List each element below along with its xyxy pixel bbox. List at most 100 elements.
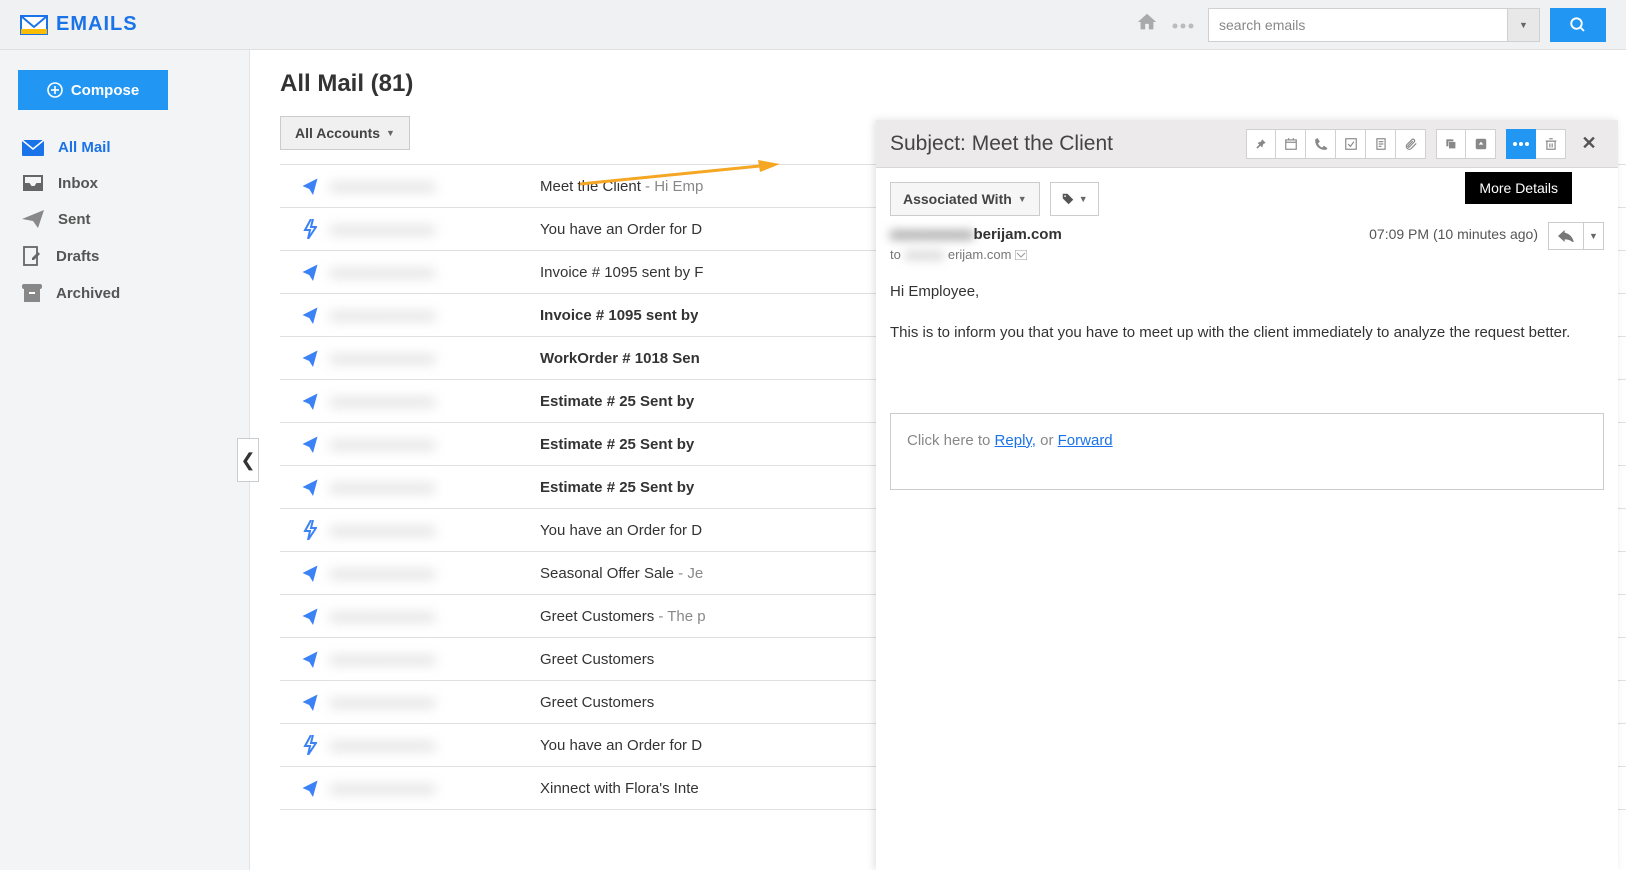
message-timestamp: 07:09 PM (10 minutes ago) [1369,226,1538,242]
email-sender: xxxxxxxxxxxxxxx [330,737,540,753]
sidebar-label: Sent [58,211,91,228]
sidebar-collapse-handle[interactable]: ❮ [237,438,259,482]
bolt-icon [290,219,330,239]
tag-icon [1061,192,1075,206]
tooltip-more-details: More Details [1465,172,1572,204]
sent-icon [290,435,330,453]
pane-header: Subject: Meet the Client ✕ [876,120,1618,168]
email-sender: xxxxxxxxxxxxxxx [330,436,540,452]
tag-dropdown[interactable]: ▼ [1050,182,1099,216]
accounts-label: All Accounts [295,125,380,141]
draft-icon [22,246,42,266]
document-icon[interactable] [1366,129,1396,159]
email-subject: Estimate # 25 Sent by [540,436,694,453]
reading-pane: Subject: Meet the Client ✕ More Details … [876,120,1618,870]
sent-icon [290,650,330,668]
email-subject: You have an Order for D [540,522,702,539]
sent-icon [290,306,330,324]
email-subject: Invoice # 1095 sent by F [540,264,703,281]
inbox-icon [22,174,44,192]
app-header: EMAILS ▼ [0,0,1626,50]
compose-button[interactable]: Compose [18,70,168,110]
phone-icon[interactable] [1306,129,1336,159]
archive-icon [22,284,42,302]
sent-icon [290,779,330,797]
reply-button-group: ▼ [1548,222,1604,250]
bolt-icon [290,520,330,540]
sidebar-item-inbox[interactable]: Inbox [18,165,231,201]
sidebar-item-archived[interactable]: Archived [18,275,231,311]
email-sender: xxxxxxxxxxxxxxx [330,264,540,280]
chevron-down-icon: ▼ [1079,194,1088,204]
email-subject: Estimate # 25 Sent by [540,479,694,496]
sidebar-label: Inbox [58,175,98,192]
email-sender: xxxxxxxxxxxxxxx [330,694,540,710]
chevron-down-icon: ▼ [1018,194,1027,204]
email-sender: xxxxxxxxxxxxxxx [330,479,540,495]
search-button[interactable] [1550,8,1606,42]
logo[interactable]: EMAILS [20,13,138,36]
forward-link[interactable]: Forward [1058,432,1113,449]
sidebar-label: Archived [56,285,120,302]
accounts-dropdown[interactable]: All Accounts ▼ [280,116,410,150]
pane-toolbar [1246,129,1566,159]
task-icon[interactable] [1336,129,1366,159]
email-subject: Xinnect with Flora's Inte [540,780,699,797]
reply-dropdown[interactable]: ▼ [1584,222,1604,250]
message-to: to xxxxxxerijam.com [890,247,1604,262]
email-subject: WorkOrder # 1018 Sen [540,350,700,367]
reply-button[interactable] [1548,222,1584,250]
search-dropdown[interactable]: ▼ [1508,8,1540,42]
email-sender: xxxxxxxxxxxxxxx [330,780,540,796]
home-icon[interactable] [1136,11,1158,38]
reply-link[interactable]: Reply, [995,432,1036,449]
email-subject: Seasonal Offer Sale - Je [540,565,703,582]
bolt-icon [290,735,330,755]
sidebar-item-all-mail[interactable]: All Mail [18,130,231,165]
email-subject: You have an Order for D [540,221,702,238]
plus-circle-icon [47,82,63,98]
sent-icon [290,478,330,496]
envelope-icon [22,140,44,156]
copy-icon[interactable] [1436,129,1466,159]
email-sender: xxxxxxxxxxxxxxx [330,307,540,323]
close-button[interactable]: ✕ [1574,129,1604,159]
more-horizontal-icon[interactable] [1172,16,1194,34]
sent-icon [290,607,330,625]
email-subject: Estimate # 25 Sent by [540,393,694,410]
email-sender: xxxxxxxxxxxxxxx [330,393,540,409]
expand-recipients-icon[interactable] [1015,250,1027,260]
email-sender: xxxxxxxxxxxxxxx [330,522,540,538]
search-input[interactable] [1208,8,1508,42]
more-details-button[interactable] [1506,129,1536,159]
email-sender: xxxxxxxxxxxxxxx [330,350,540,366]
body-text: This is to inform you that you have to m… [890,321,1604,344]
sidebar: Compose All Mail Inbox Sent Drafts Archi… [0,50,250,870]
email-sender: xxxxxxxxxxxxxxx [330,608,540,624]
calendar-icon[interactable] [1276,129,1306,159]
sidebar-item-sent[interactable]: Sent [18,201,231,237]
sent-icon [290,263,330,281]
delete-icon[interactable] [1536,129,1566,159]
pin-icon[interactable] [1246,129,1276,159]
attachment-icon[interactable] [1396,129,1426,159]
body-greeting: Hi Employee, [890,280,1604,303]
message-meta: xxxxxxxxxxberijam.com to xxxxxxerijam.co… [876,226,1618,270]
sent-icon [290,564,330,582]
email-subject: Greet Customers [540,651,654,668]
email-subject: You have an Order for D [540,737,702,754]
paper-plane-icon [22,210,44,228]
sidebar-item-drafts[interactable]: Drafts [18,237,231,275]
email-subject: Greet Customers - The p [540,608,706,625]
logo-text: EMAILS [56,13,138,36]
email-subject: Greet Customers [540,694,654,711]
page-title: All Mail (81) [280,70,1626,98]
sidebar-label: All Mail [58,139,111,156]
archive-action-icon[interactable] [1466,129,1496,159]
associated-with-dropdown[interactable]: Associated With ▼ [890,182,1040,216]
email-sender: xxxxxxxxxxxxxxx [330,651,540,667]
envelope-logo-icon [20,15,48,35]
reply-prompt-box[interactable]: Click here to Reply, or Forward [890,413,1604,490]
message-body: Hi Employee, This is to inform you that … [876,270,1618,373]
email-sender: xxxxxxxxxxxxxxx [330,178,540,194]
